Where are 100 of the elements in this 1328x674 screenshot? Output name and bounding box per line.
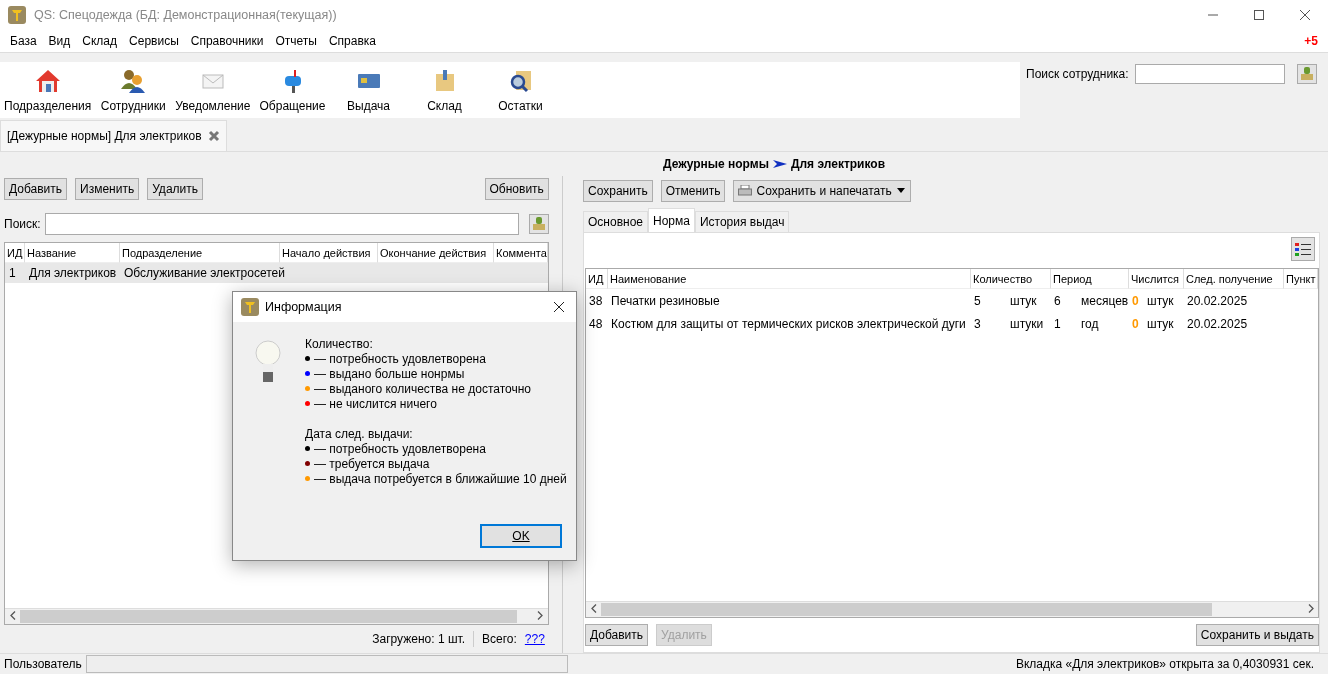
toolbar-button[interactable]: Подразделения bbox=[0, 69, 96, 118]
house-icon bbox=[34, 69, 61, 93]
scroll-left-icon[interactable] bbox=[590, 604, 597, 613]
toolbar-button[interactable]: Отменить bbox=[660, 180, 726, 202]
menu-item[interactable]: База bbox=[4, 34, 43, 48]
table-cell-text: штук bbox=[1146, 315, 1175, 333]
search-label: Поиск: bbox=[4, 217, 41, 231]
column-header[interactable]: Период bbox=[1051, 269, 1129, 289]
column-header[interactable]: Количество bbox=[971, 269, 1051, 289]
column-header[interactable]: След. получение bbox=[1184, 269, 1284, 289]
legend-text: — выданого количества не достаточно bbox=[314, 381, 531, 396]
total-link[interactable]: ??? bbox=[524, 632, 545, 646]
legend-heading: Дата след. выдачи: bbox=[305, 426, 413, 441]
column-header[interactable]: Название bbox=[25, 243, 120, 263]
app-icon bbox=[8, 6, 26, 24]
table-cell-text: Костюм для защиты от термических рисков электрической дуги bbox=[610, 315, 967, 333]
ok-button[interactable]: OK bbox=[480, 524, 562, 548]
table-cell-text: штуки bbox=[1009, 315, 1045, 333]
user-label: Пользователь bbox=[4, 657, 82, 671]
tab[interactable]: История выдач bbox=[694, 211, 790, 232]
table-cell-text: 6 bbox=[1053, 292, 1062, 310]
toolbar-button[interactable]: Остатки bbox=[482, 69, 559, 118]
column-header[interactable]: Окончание действия bbox=[378, 243, 494, 263]
toolbar-button[interactable]: Обращение bbox=[254, 69, 331, 118]
menu-item[interactable]: Отчеты bbox=[269, 34, 323, 48]
status-message: Вкладка «Для электриков» открыта за 0,4030931 сек. bbox=[1015, 657, 1315, 671]
dialog-title: Информация bbox=[265, 300, 342, 314]
scrollbar-thumb[interactable] bbox=[20, 610, 518, 623]
table-cell-text: месяцев bbox=[1080, 292, 1129, 310]
people-icon bbox=[120, 69, 147, 93]
clear-button[interactable] bbox=[528, 214, 549, 234]
legend-text: — требуется выдача bbox=[314, 456, 430, 471]
table-cell-text: Печатки резиновые bbox=[610, 292, 721, 310]
scroll-left-icon[interactable] bbox=[9, 611, 16, 620]
column-header[interactable]: ИД bbox=[586, 269, 608, 289]
breadcrumb-section: Дежурные нормы bbox=[662, 157, 769, 171]
table-cell-text: штук bbox=[1009, 292, 1038, 310]
toolbar-button[interactable]: Уведомление bbox=[171, 69, 255, 118]
tab[interactable]: Норма bbox=[648, 208, 695, 232]
list-icon bbox=[1295, 242, 1311, 256]
column-header[interactable]: Подразделение bbox=[120, 243, 280, 263]
search-label: Поиск сотрудника: bbox=[1026, 67, 1129, 81]
tab[interactable]: Основное bbox=[583, 211, 648, 232]
toolbar-button[interactable]: Выдача bbox=[330, 69, 407, 118]
table-cell: 0 bbox=[1132, 293, 1139, 308]
table-cell-text: 1 bbox=[8, 265, 17, 282]
column-header[interactable]: Наименование bbox=[608, 269, 971, 289]
legend-button[interactable] bbox=[1291, 237, 1315, 261]
legend-text: — выдано больше нонрмы bbox=[314, 366, 465, 381]
legend-text: — потребность удовлетворена bbox=[314, 351, 486, 366]
table-row[interactable]: 1 Для электриков Обслуживание электросетей bbox=[5, 263, 548, 283]
clear-button[interactable] bbox=[1296, 64, 1317, 84]
column-header[interactable]: Начало действия bbox=[280, 243, 378, 263]
search-field[interactable] bbox=[44, 213, 519, 235]
legend-text: — потребность удовлетворена bbox=[314, 441, 486, 456]
close-icon[interactable] bbox=[553, 301, 565, 313]
table-cell-text: 48 bbox=[588, 315, 604, 333]
clear-icon bbox=[1299, 66, 1314, 82]
close-icon[interactable] bbox=[1299, 9, 1311, 21]
table-cell-text: год bbox=[1080, 315, 1100, 333]
menu-item[interactable]: Склад bbox=[76, 34, 124, 48]
total-label: Всего: bbox=[482, 632, 517, 646]
column-header[interactable]: Пункт bbox=[1284, 269, 1318, 289]
table-cell: 0 bbox=[1132, 316, 1139, 331]
toolbar-button[interactable]: Сохранить bbox=[583, 180, 653, 202]
column-header[interactable]: Коммента bbox=[494, 243, 548, 263]
table-cell-text: 20.02.2025 bbox=[1186, 292, 1249, 310]
table-cell-text: штук bbox=[1146, 292, 1175, 310]
menu-item[interactable]: Справка bbox=[322, 34, 383, 48]
document-tab[interactable]: [Дежурные нормы] Для электриков bbox=[0, 120, 227, 151]
column-header[interactable]: ИД bbox=[5, 243, 25, 263]
table-cell-text: Для электриков bbox=[28, 265, 118, 282]
breadcrumb-item: Для электриков bbox=[790, 157, 886, 171]
legend-text: — не числится ничего bbox=[314, 396, 437, 411]
toolbar-button[interactable]: Добавить bbox=[4, 178, 68, 200]
toolbar-button[interactable]: Удалить bbox=[147, 178, 203, 200]
toolbar-button[interactable]: Склад bbox=[406, 69, 483, 118]
toolbar-button[interactable]: Изменить bbox=[75, 178, 140, 200]
table-cell-text: 1 bbox=[1053, 315, 1062, 333]
scroll-right-icon[interactable] bbox=[537, 611, 544, 620]
employee-search-field[interactable] bbox=[1134, 64, 1285, 84]
menu-item[interactable]: Вид bbox=[42, 34, 77, 48]
caret-icon bbox=[895, 188, 906, 194]
arrow-icon bbox=[772, 159, 787, 169]
save-print-button[interactable]: Сохранить и напечатать bbox=[733, 180, 911, 202]
menu-item[interactable]: Сервисы bbox=[123, 34, 185, 48]
refresh-button[interactable]: Обновить bbox=[484, 178, 549, 200]
menu-item[interactable]: Справочники bbox=[184, 34, 270, 48]
notification-count[interactable]: +5 bbox=[1304, 34, 1324, 48]
column-header[interactable]: Числится bbox=[1129, 269, 1184, 289]
clear-icon bbox=[531, 216, 546, 232]
printer-icon bbox=[738, 185, 753, 197]
save-issue-button[interactable]: Сохранить и выдать bbox=[1195, 624, 1319, 646]
scroll-right-icon[interactable] bbox=[1307, 604, 1314, 613]
scrollbar-thumb[interactable] bbox=[601, 603, 1212, 616]
maximize-icon[interactable] bbox=[1253, 9, 1265, 21]
toolbar-button[interactable]: Сотрудники bbox=[95, 69, 172, 118]
table-cell-text: 38 bbox=[588, 292, 604, 310]
legend-text: — выдача потребуется в ближайшие 10 дней bbox=[314, 471, 567, 486]
table-button[interactable]: Добавить bbox=[585, 624, 649, 646]
